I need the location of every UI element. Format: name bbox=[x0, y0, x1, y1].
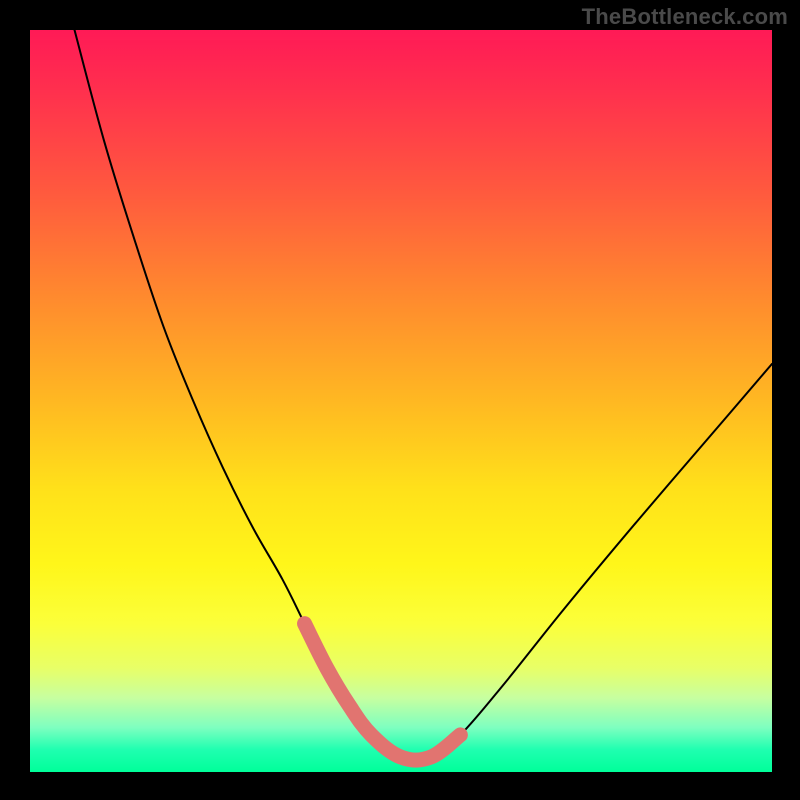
curve-layer bbox=[30, 30, 772, 772]
plot-area bbox=[30, 30, 772, 772]
chart-frame: TheBottleneck.com bbox=[0, 0, 800, 800]
bottleneck-curve bbox=[75, 30, 772, 760]
optimal-range-highlight bbox=[305, 624, 461, 761]
watermark-text: TheBottleneck.com bbox=[582, 4, 788, 30]
